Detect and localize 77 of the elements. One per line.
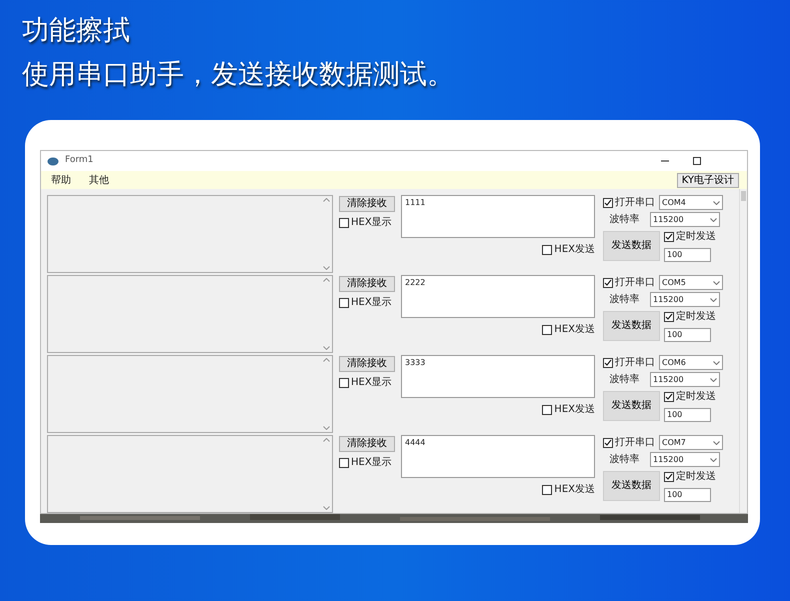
scroll-down-icon[interactable] (322, 426, 330, 430)
page-subtitle: 使用串口助手，发送接收数据测试。 (22, 58, 455, 92)
menu-item[interactable]: 其他 (87, 172, 111, 188)
check-icon[interactable] (665, 392, 673, 400)
checkbox[interactable]: 定时发送 (664, 389, 716, 404)
checkbox[interactable]: HEX显示 (339, 295, 395, 310)
send-button[interactable]: 发送数据 (603, 390, 660, 420)
menu-item[interactable]: 帮助 (49, 172, 73, 188)
checkbox[interactable]: HEX发送 (542, 242, 595, 257)
dropdown[interactable]: COM5 (659, 275, 723, 290)
baud-label: 波特率 (608, 452, 640, 467)
check-icon[interactable] (604, 358, 612, 366)
checkbox[interactable]: 定时发送 (664, 229, 716, 244)
dropdown[interactable]: 115200 (650, 212, 720, 227)
check-icon[interactable] (665, 312, 673, 320)
caret-icon[interactable] (713, 200, 720, 204)
caret-icon[interactable] (713, 360, 720, 364)
send-button[interactable]: 发送数据 (603, 310, 660, 340)
caret-icon[interactable] (713, 440, 720, 444)
baud-label: 波特率 (608, 212, 640, 227)
checkbox[interactable]: HEX显示 (339, 215, 395, 230)
scroll-down-icon[interactable] (322, 346, 330, 350)
check-icon[interactable] (604, 438, 612, 446)
check-icon[interactable] (665, 472, 673, 480)
scroll-up-icon[interactable] (322, 358, 330, 362)
send-button[interactable]: 发送数据 (603, 230, 660, 260)
interval-field[interactable]: 100 (664, 488, 711, 502)
dropdown[interactable]: 115200 (650, 452, 720, 467)
baud-label: 波特率 (608, 292, 640, 307)
dropdown[interactable]: 115200 (650, 372, 720, 387)
send-box[interactable]: 2222 (401, 275, 595, 318)
scroll-down-icon[interactable] (322, 506, 330, 510)
check-icon[interactable] (604, 278, 612, 286)
caret-icon[interactable] (713, 280, 720, 284)
caret-icon[interactable] (710, 298, 717, 302)
check-icon[interactable] (665, 232, 673, 240)
send-box[interactable]: 4444 (401, 435, 595, 478)
dropdown[interactable]: COM6 (659, 355, 723, 370)
checkbox[interactable]: 打开串口 (603, 355, 655, 370)
baud-label: 波特率 (608, 372, 640, 387)
checkbox[interactable]: 定时发送 (664, 469, 716, 484)
page-title: 功能擦拭 (22, 14, 131, 48)
caret-icon[interactable] (710, 378, 717, 382)
checkbox[interactable]: 打开串口 (603, 195, 655, 210)
send-box[interactable]: 3333 (401, 355, 595, 398)
scroll-up-icon[interactable] (322, 278, 330, 282)
interval-field[interactable]: 100 (664, 408, 711, 422)
scrollbar[interactable] (739, 189, 747, 513)
clear-button[interactable]: 清除接收 (339, 276, 395, 292)
interval-field[interactable]: 100 (664, 328, 711, 342)
caret-icon[interactable] (710, 458, 717, 462)
scroll-down-icon[interactable] (322, 266, 330, 270)
dropdown[interactable]: 115200 (650, 292, 720, 307)
caret-icon[interactable] (710, 218, 717, 222)
checkbox[interactable]: HEX显示 (339, 375, 395, 390)
send-box[interactable]: 1111 (401, 195, 595, 238)
send-button[interactable]: 发送数据 (603, 470, 660, 500)
maximize-icon[interactable] (693, 157, 701, 165)
checkbox[interactable]: 定时发送 (664, 309, 716, 324)
clear-button[interactable]: 清除接收 (339, 436, 395, 452)
clear-button[interactable]: 清除接收 (339, 356, 395, 372)
dropdown[interactable]: COM4 (659, 195, 723, 210)
clear-button[interactable]: 清除接收 (339, 196, 395, 212)
checkbox[interactable]: 打开串口 (603, 275, 655, 290)
window-title: Form1 (65, 154, 94, 168)
scroll-up-icon[interactable] (322, 438, 330, 442)
checkbox[interactable]: HEX发送 (542, 402, 595, 417)
interval-field[interactable]: 100 (664, 248, 711, 262)
checkbox[interactable]: HEX显示 (339, 455, 395, 470)
menu-button[interactable]: KY电子设计 (676, 172, 739, 188)
check-icon[interactable] (604, 198, 612, 206)
checkbox[interactable]: 打开串口 (603, 435, 655, 450)
dropdown[interactable]: COM7 (659, 435, 723, 450)
checkbox[interactable]: HEX发送 (542, 482, 595, 497)
scroll-up-icon[interactable] (322, 198, 330, 202)
checkbox[interactable]: HEX发送 (542, 322, 595, 337)
app-icon (47, 156, 59, 166)
